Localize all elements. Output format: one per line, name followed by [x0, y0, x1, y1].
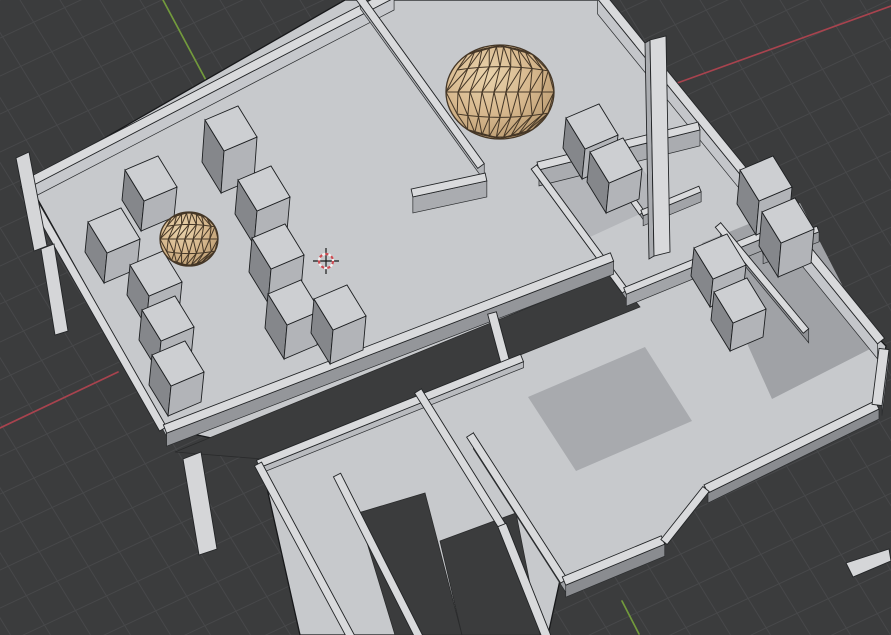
viewport-canvas[interactable]	[0, 0, 891, 635]
blender-3d-viewport[interactable]	[0, 0, 891, 635]
icosphere-small[interactable]	[159, 211, 219, 267]
icosphere-large[interactable]	[445, 44, 555, 140]
